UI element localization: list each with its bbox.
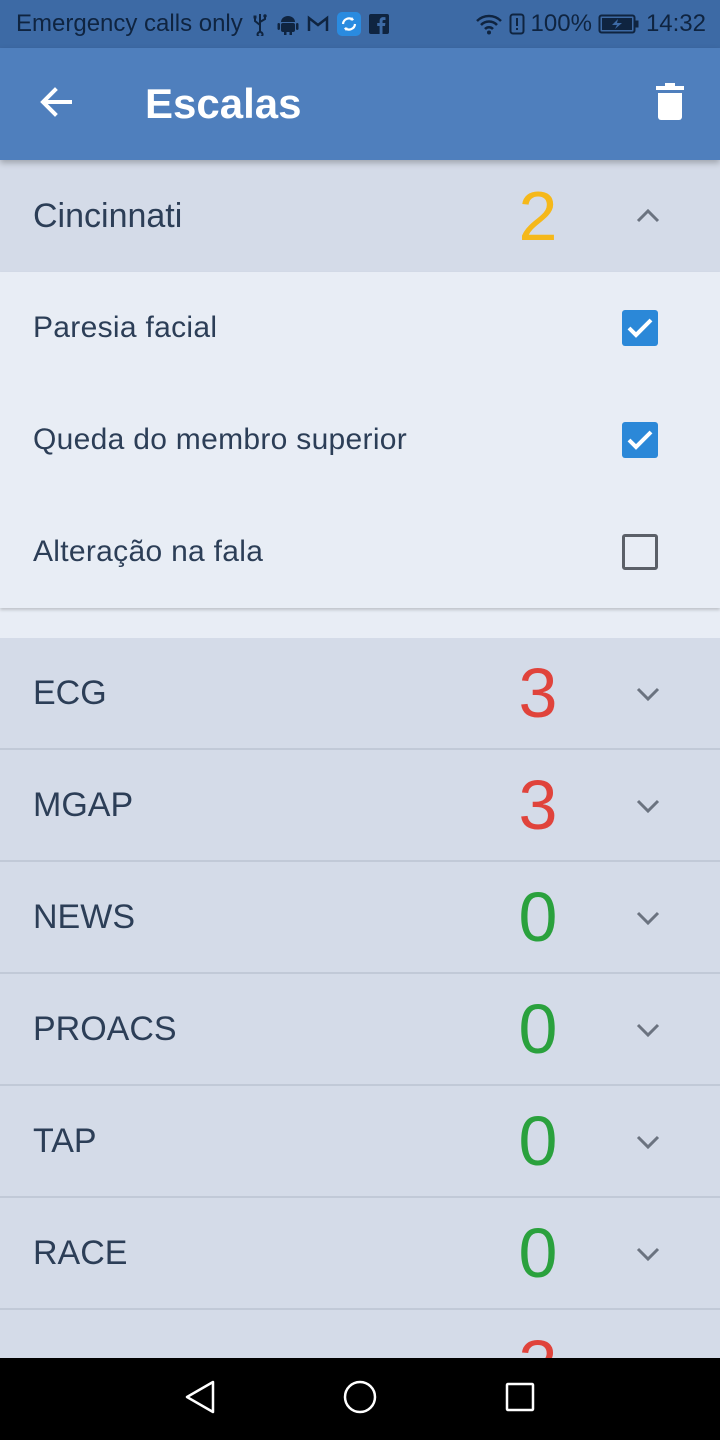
scales-list: Cincinnati 2 Paresia facial Queda do mem… (0, 160, 720, 1358)
scale-header-ecg[interactable]: ECG 3 (0, 638, 720, 750)
scale-score: 0 (518, 1102, 558, 1180)
criterion-label: Paresia facial (33, 311, 218, 344)
delete-button[interactable] (620, 48, 720, 160)
battery-icon (598, 13, 640, 35)
scale-name: NEWS (33, 897, 135, 936)
scale-name: PROACS (33, 1009, 177, 1048)
scale-header-news[interactable]: NEWS 0 (0, 862, 720, 974)
criterion-row[interactable]: Queda do membro superior (0, 384, 720, 496)
scale-name: RACE (33, 1233, 128, 1272)
chevron-down-icon[interactable] (628, 1010, 668, 1050)
scale-score: 0 (518, 1214, 558, 1292)
chevron-down-icon[interactable] (628, 1346, 668, 1358)
status-right: 100% 14:32 (475, 10, 706, 38)
scale-name: Cincinnati (33, 196, 183, 235)
usb-icon (251, 12, 269, 36)
trash-icon (655, 82, 685, 126)
facebook-icon (368, 14, 389, 34)
criterion-label: Queda do membro superior (33, 423, 408, 456)
chevron-down-icon[interactable] (628, 1122, 668, 1162)
criterion-row[interactable]: Paresia facial (0, 272, 720, 384)
chevron-down-icon[interactable] (628, 674, 668, 714)
gmail-icon (307, 15, 329, 33)
nav-recents-icon (504, 1381, 536, 1418)
scale-score: 3 (518, 654, 558, 732)
chevron-up-icon[interactable] (628, 196, 668, 236)
arrow-back-icon (38, 84, 74, 125)
scale-header-proacs[interactable]: PROACS 0 (0, 974, 720, 1086)
clock: 14:32 (645, 10, 706, 37)
criterion-label: Alteração na fala (33, 535, 264, 568)
checkbox-unchecked[interactable] (622, 534, 658, 570)
scale-name: ECG (33, 673, 107, 712)
scale-header-cincinnati[interactable]: Cincinnati 2 (0, 160, 720, 272)
criterion-row[interactable]: Alteração na fala (0, 496, 720, 608)
alert-icon (509, 13, 525, 35)
carrier-text: Emergency calls only (16, 10, 243, 37)
chevron-down-icon[interactable] (628, 786, 668, 826)
scale-name: TAP (33, 1121, 97, 1160)
scale-score: 3 (518, 766, 558, 844)
nav-recents-button[interactable] (480, 1358, 560, 1440)
back-button[interactable] (0, 48, 112, 160)
sync-app-icon (336, 12, 361, 36)
section-divider (0, 608, 720, 638)
checkbox-checked[interactable] (622, 422, 658, 458)
scale-score: 3 (480, 1330, 596, 1358)
checkbox-checked[interactable] (622, 310, 658, 346)
chevron-down-icon[interactable] (628, 898, 668, 938)
scale-score: 2 (518, 177, 558, 255)
app-bar: Escalas (0, 48, 720, 160)
scale-header-partial[interactable]: 3 (0, 1310, 720, 1358)
scale-header-tap[interactable]: TAP 0 (0, 1086, 720, 1198)
nav-back-button[interactable] (160, 1358, 240, 1440)
android-debug-icon (277, 12, 299, 36)
scale-name: MGAP (33, 785, 134, 824)
status-left: Emergency calls only (16, 10, 475, 38)
battery-percent: 100% (530, 10, 592, 37)
scale-score: 0 (518, 990, 558, 1068)
cincinnati-criteria: Paresia facial Queda do membro superior … (0, 272, 720, 608)
page-title: Escalas (145, 80, 302, 127)
scale-header-race[interactable]: RACE 0 (0, 1198, 720, 1310)
nav-back-icon (183, 1379, 217, 1420)
nav-home-button[interactable] (320, 1358, 400, 1440)
status-bar: Emergency calls only 100% 14:32 (0, 0, 720, 48)
scale-score: 0 (518, 878, 558, 956)
navigation-bar (0, 1358, 720, 1440)
wifi-icon (475, 13, 503, 35)
chevron-down-icon[interactable] (628, 1234, 668, 1274)
nav-home-icon (342, 1379, 378, 1420)
scale-header-mgap[interactable]: MGAP 3 (0, 750, 720, 862)
